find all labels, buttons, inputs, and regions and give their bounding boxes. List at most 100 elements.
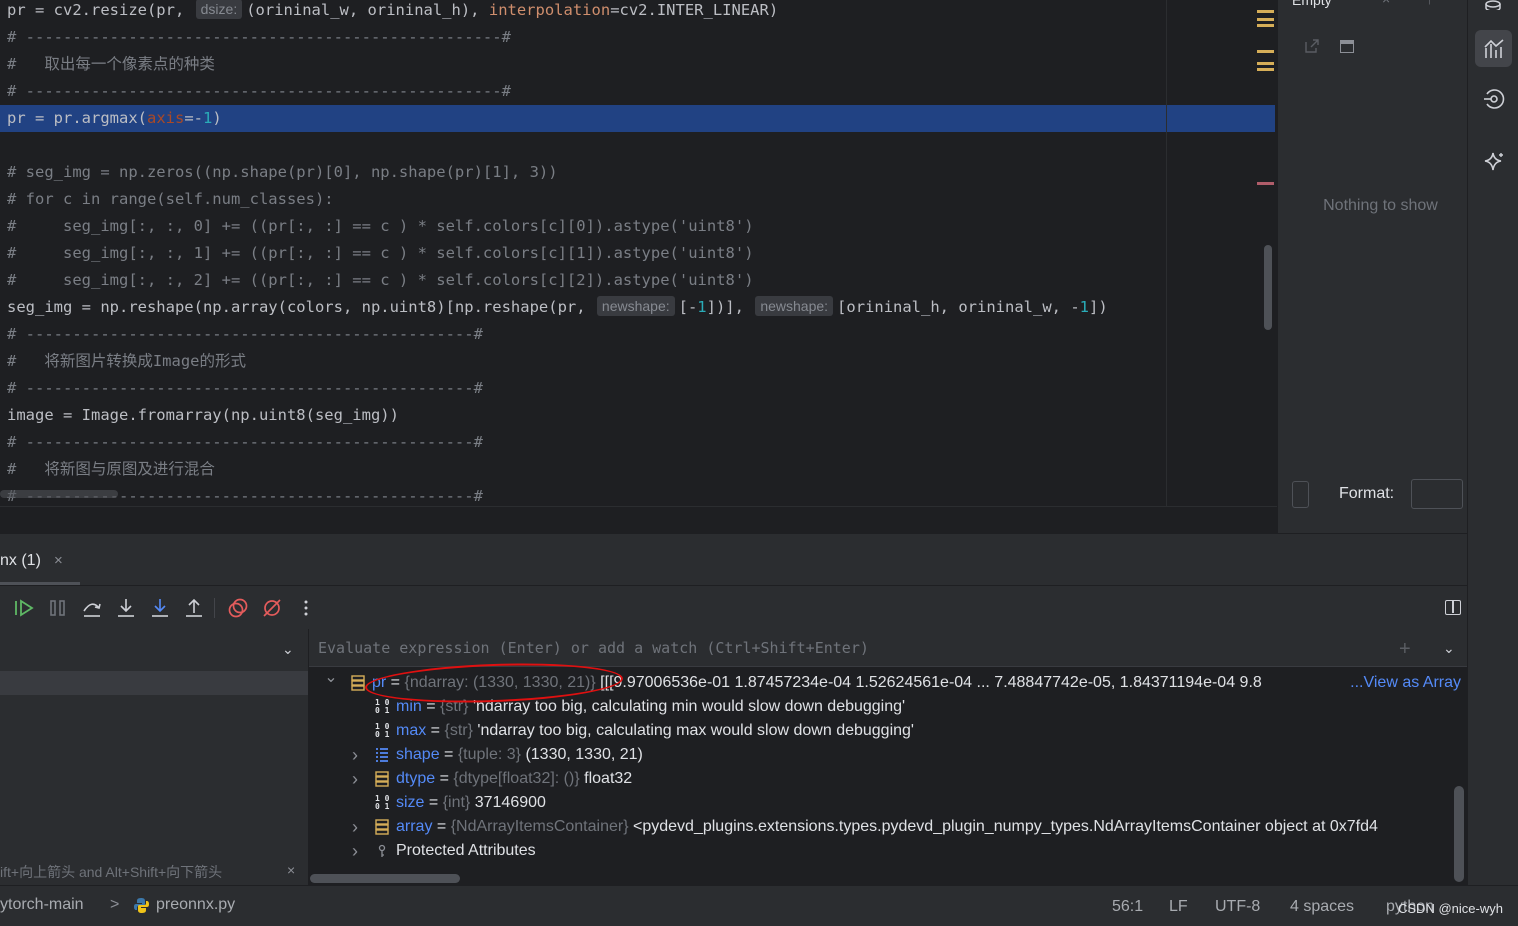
step-into-icon: [118, 599, 134, 617]
code-token: # seg_img[:, :, 2] += ((pr[:, :] == c ) …: [7, 271, 754, 289]
array-icon: [351, 675, 365, 691]
warning-marker[interactable]: [1257, 62, 1274, 65]
code-line[interactable]: # seg_img[:, :, 2] += ((pr[:, :] == c ) …: [0, 267, 1275, 294]
view-as-array-link[interactable]: ...View as Array: [1350, 671, 1461, 695]
editor-horizontal-scroll-area[interactable]: [0, 506, 1277, 533]
step-into-my-code-icon: [152, 599, 168, 617]
variable-row[interactable]: › array = {NdArrayItemsContainer} <pydevd…: [309, 815, 1467, 839]
step-over-button[interactable]: [81, 597, 103, 619]
format-input[interactable]: [1411, 479, 1463, 509]
frames-hint: ift+向上箭头 and Alt+Shift+向下箭头: [0, 864, 223, 880]
code-token: # seg_img = np.zeros((np.shape(pr)[0], n…: [7, 163, 558, 181]
layout-icon[interactable]: [1445, 600, 1461, 615]
warning-marker[interactable]: [1257, 24, 1274, 27]
resume-button[interactable]: [13, 597, 35, 619]
database-button[interactable]: [1475, 0, 1512, 19]
chevron-right-icon[interactable]: ›: [348, 767, 362, 791]
code-token: # 将新图片转换成Image的形式: [7, 352, 246, 370]
line-ending[interactable]: LF: [1169, 898, 1188, 916]
code-line[interactable]: # for c in range(self.num_classes):: [0, 186, 1275, 213]
chevron-right-icon[interactable]: ›: [348, 815, 362, 839]
code-line[interactable]: # 将新图片转换成Image的形式: [0, 348, 1275, 375]
variable-row[interactable]: › dtype = {dtype[float32]: ()} float32: [309, 767, 1467, 791]
cursor-position[interactable]: 56:1: [1112, 898, 1143, 916]
python-file-icon: [134, 898, 149, 913]
code-line[interactable]: # seg_img[:, :, 1] += ((pr[:, :] == c ) …: [0, 240, 1275, 267]
code-token: =cv2.INTER_LINEAR): [610, 1, 779, 19]
code-line[interactable]: # --------------------------------------…: [0, 375, 1275, 402]
step-into-my-code-button[interactable]: [149, 597, 171, 619]
code-line[interactable]: # --------------------------------------…: [0, 78, 1275, 105]
variable-value: 37146900: [474, 794, 546, 811]
step-into-button[interactable]: [115, 597, 137, 619]
breadcrumb-separator: >: [110, 896, 120, 913]
close-icon[interactable]: ×: [54, 552, 63, 569]
variable-row[interactable]: 1 00 1 max = {str} 'ndarray too big, calc…: [309, 719, 1467, 743]
chevron-down-icon[interactable]: ⌄: [324, 666, 338, 690]
add-watch-icon[interactable]: +: [1399, 638, 1411, 661]
chevron-down-icon[interactable]: ⌄: [1443, 640, 1455, 657]
code-line[interactable]: seg_img = np.reshape(np.array(colors, np…: [0, 294, 1275, 321]
step-out-button[interactable]: [183, 597, 205, 619]
chevron-down-icon[interactable]: ⌄: [282, 641, 294, 658]
array-icon: [375, 771, 389, 787]
indentation[interactable]: 4 spaces: [1290, 898, 1354, 916]
tab-debug-session[interactable]: nx (1): [0, 552, 41, 570]
variables-horizontal-scrollbar[interactable]: [310, 874, 460, 883]
right-tool-strip: [1467, 0, 1518, 885]
variable-value: [[[9.97006536e-01 1.87457234e-04 1.52624…: [600, 674, 1262, 691]
parameter-hint: dsize:: [195, 0, 243, 19]
variable-row[interactable]: 1 00 1 size = {int} 37146900: [309, 791, 1467, 815]
variable-text: array = {NdArrayItemsContainer} <pydevd_…: [396, 815, 1378, 839]
python-packages-button[interactable]: [1475, 80, 1512, 117]
breadcrumb-project[interactable]: ytorch-main: [0, 896, 84, 914]
open-external-icon[interactable]: [1304, 38, 1320, 54]
code-line[interactable]: # 取出每一个像素点的种类: [0, 51, 1275, 78]
close-icon[interactable]: ×: [287, 862, 295, 878]
window-icon[interactable]: [1340, 40, 1354, 53]
code-line[interactable]: pr = cv2.resize(pr, dsize: (orininal_w, o…: [0, 0, 1275, 24]
editor-vertical-scrollbar[interactable]: [1264, 245, 1272, 330]
warning-marker[interactable]: [1257, 68, 1274, 71]
breakpoints-icon: [228, 598, 248, 618]
chevron-right-icon[interactable]: ›: [348, 743, 362, 767]
variable-row[interactable]: › Protected Attributes: [309, 839, 1467, 863]
code-line[interactable]: # --------------------------------------…: [0, 321, 1275, 348]
format-checkbox[interactable]: [1292, 481, 1309, 508]
warning-marker[interactable]: [1257, 18, 1274, 21]
view-breakpoints-button[interactable]: [227, 597, 249, 619]
variable-text: Protected Attributes: [396, 839, 536, 863]
code-line[interactable]: image = Image.fromarray(np.uint8(seg_img…: [0, 402, 1275, 429]
chevron-right-icon[interactable]: ›: [348, 839, 362, 863]
sciview-button[interactable]: [1475, 30, 1512, 67]
file-encoding[interactable]: UTF-8: [1215, 898, 1260, 916]
code-line[interactable]: # --------------------------------------…: [0, 429, 1275, 456]
variable-row[interactable]: › shape = {tuple: 3} (1330, 1330, 21): [309, 743, 1467, 767]
error-marker[interactable]: [1257, 182, 1274, 185]
code-editor[interactable]: pr = cv2.resize(pr, dsize: (orininal_w, o…: [0, 0, 1277, 533]
editor-horizontal-scrollbar[interactable]: [0, 490, 118, 498]
current-code-line[interactable]: pr = pr.argmax(axis=-1): [0, 105, 1275, 132]
warning-marker[interactable]: [1257, 10, 1274, 13]
selected-frame-row[interactable]: [0, 671, 308, 695]
evaluate-expression-input[interactable]: Evaluate expression (Enter) or add a wat…: [318, 639, 869, 657]
debug-toolbar: [0, 585, 1467, 629]
mute-breakpoints-button[interactable]: [261, 597, 283, 619]
code-line[interactable]: # seg_img = np.zeros((np.shape(pr)[0], n…: [0, 159, 1275, 186]
code-line[interactable]: [0, 132, 1275, 159]
code-token: [-: [678, 298, 698, 316]
warning-marker[interactable]: [1257, 50, 1274, 53]
variables-vertical-scrollbar[interactable]: [1454, 786, 1464, 882]
pin-icon[interactable]: ↑: [1426, 0, 1433, 7]
code-line[interactable]: # seg_img[:, :, 0] += ((pr[:, :] == c ) …: [0, 213, 1275, 240]
ai-assistant-button[interactable]: [1475, 143, 1512, 180]
code-token: pr = pr.argmax(: [7, 109, 147, 127]
pause-button[interactable]: [47, 597, 69, 619]
close-icon[interactable]: ×: [1382, 0, 1390, 7]
variable-value: 'ndarray too big, calculating min would …: [472, 698, 906, 715]
more-options-button[interactable]: [295, 597, 317, 619]
variable-value: float32: [584, 770, 633, 787]
breadcrumb-file[interactable]: preonnx.py: [156, 896, 235, 914]
code-line[interactable]: # --------------------------------------…: [0, 24, 1275, 51]
code-line[interactable]: # 将新图与原图及进行混合: [0, 456, 1275, 483]
